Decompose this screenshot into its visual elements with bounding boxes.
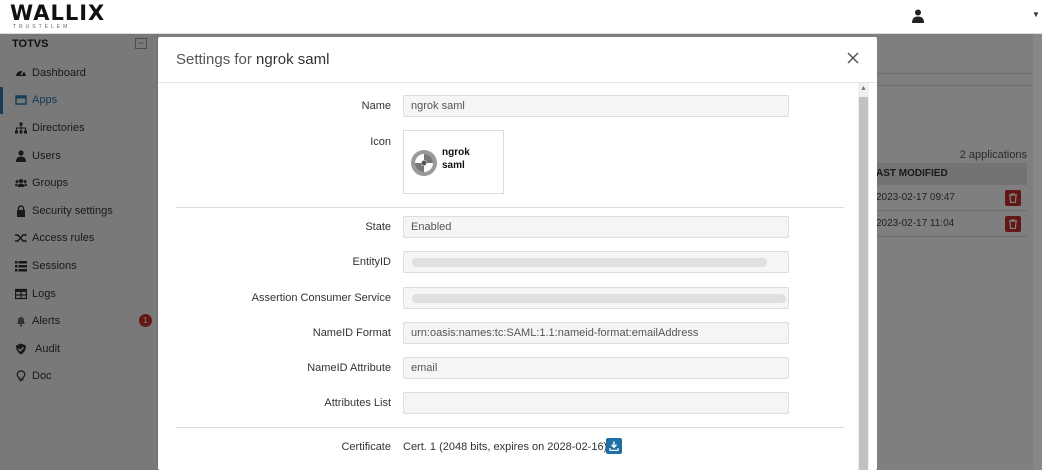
acs-label: Assertion Consumer Service bbox=[251, 292, 391, 304]
nameid-format-label: NameID Format bbox=[312, 327, 391, 339]
ngrok-logo-icon bbox=[411, 150, 437, 176]
wallix-logo[interactable]: WALLIX TRUSTELEM bbox=[10, 2, 105, 30]
acs-input[interactable] bbox=[403, 287, 789, 309]
app-icon-caption-line1: ngrok bbox=[442, 147, 470, 158]
close-icon[interactable] bbox=[846, 51, 860, 65]
settings-modal: Settings for ngrok saml Name ngrok saml … bbox=[158, 37, 877, 470]
modal-title: Settings for ngrok saml bbox=[176, 51, 329, 68]
download-certificate-button[interactable] bbox=[606, 438, 622, 454]
top-bar: WALLIX TRUSTELEM ▼ bbox=[0, 0, 1042, 34]
icon-label: Icon bbox=[370, 136, 391, 148]
certificate-label: Certificate bbox=[341, 441, 391, 453]
state-select[interactable]: Enabled bbox=[403, 216, 789, 238]
modal-title-app-name: ngrok saml bbox=[256, 51, 330, 68]
user-menu-caret-icon[interactable]: ▼ bbox=[1032, 10, 1040, 19]
attributes-list-label: Attributes List bbox=[324, 397, 391, 409]
modal-body: Name ngrok saml Icon ngrok saml State En… bbox=[158, 83, 858, 470]
section-divider bbox=[176, 207, 844, 208]
page-scrollbar[interactable] bbox=[1033, 34, 1042, 470]
user-icon[interactable] bbox=[912, 9, 924, 23]
certificate-value: Cert. 1 (2048 bits, expires on 2028-02-1… bbox=[403, 441, 608, 453]
modal-title-prefix: Settings for bbox=[176, 51, 252, 68]
modal-scrollbar[interactable]: ▲ bbox=[858, 83, 869, 470]
name-label: Name bbox=[361, 100, 391, 112]
app-icon-caption: ngrok saml bbox=[442, 146, 470, 172]
entityid-label: EntityID bbox=[352, 256, 391, 268]
redacted-value bbox=[412, 294, 786, 303]
nameid-attribute-label: NameID Attribute bbox=[307, 362, 391, 374]
redacted-value bbox=[412, 258, 767, 267]
logo-text: WALLIX bbox=[10, 1, 106, 25]
app-icon-preview[interactable]: ngrok saml bbox=[403, 130, 504, 194]
app-icon-caption-line2: saml bbox=[442, 160, 465, 171]
section-divider bbox=[176, 427, 844, 428]
download-icon bbox=[609, 441, 619, 451]
entityid-input[interactable] bbox=[403, 251, 789, 273]
nameid-attribute-input[interactable]: email bbox=[403, 357, 789, 379]
nameid-format-select[interactable]: urn:oasis:names:tc:SAML:1.1:nameid-forma… bbox=[403, 322, 789, 344]
modal-scrollbar-thumb[interactable] bbox=[859, 97, 868, 470]
attributes-list-input[interactable] bbox=[403, 392, 789, 414]
scroll-up-arrow-icon[interactable]: ▲ bbox=[860, 85, 867, 92]
state-label: State bbox=[365, 221, 391, 233]
name-input[interactable]: ngrok saml bbox=[403, 95, 789, 117]
